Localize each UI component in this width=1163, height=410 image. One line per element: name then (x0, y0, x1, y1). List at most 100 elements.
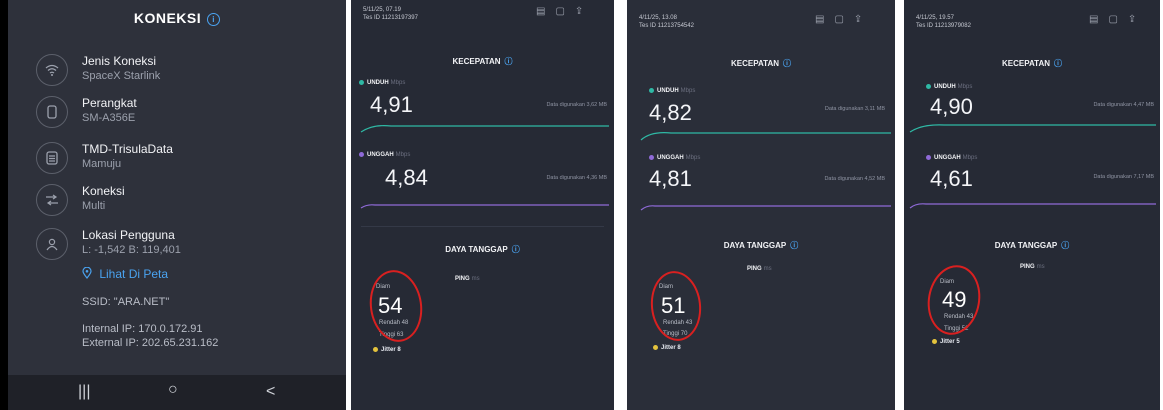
upload-icon (649, 155, 654, 160)
speed-section-title: KECEPATAN ⓘ (627, 58, 895, 69)
jitter-icon (932, 339, 937, 344)
jitter-text: Jitter 8 (661, 345, 681, 352)
share-icon[interactable]: ⇪ (575, 6, 593, 17)
notes-icon[interactable]: ▤ (815, 14, 834, 25)
ping-caption: PING ms (747, 266, 772, 272)
notes-icon[interactable]: ▤ (1089, 14, 1108, 25)
notes-icon[interactable]: ▤ (536, 6, 555, 17)
download-graph (640, 132, 891, 141)
connections-label: Koneksi (82, 184, 125, 198)
info-icon[interactable]: ⓘ (1061, 241, 1069, 250)
view-on-map-link[interactable]: Lihat Di Peta (82, 266, 168, 281)
device-value: SM-A356E (82, 112, 136, 124)
connection-title-text: KONEKSI (133, 10, 202, 26)
map-pin-icon (82, 266, 99, 281)
upload-unit: Mbps (962, 155, 978, 162)
upload-caption: UNGGAH Mbps (926, 155, 977, 161)
info-icon[interactable]: i (207, 12, 221, 26)
share-icon[interactable]: ⇪ (1128, 14, 1146, 25)
info-icon[interactable]: ⓘ (790, 241, 798, 250)
download-data-used: Data digunakan 3,62 MB (546, 102, 607, 108)
connection-title: KONEKSI i (8, 10, 346, 26)
server-value: Mamuju (82, 158, 122, 170)
user-location-value: L: -1,542 B: 119,401 (82, 244, 181, 256)
result-timestamp: 4/11/25, 13.08 (639, 15, 677, 21)
info-icon[interactable]: ⓘ (783, 59, 791, 68)
response-title: DAYA TANGGAP (445, 245, 508, 254)
delete-icon[interactable]: ▢ (834, 14, 853, 25)
upload-value: 4,84 (385, 165, 428, 190)
jitter-value: Jitter 8 (373, 347, 401, 353)
upload-unit: Mbps (685, 155, 701, 162)
result-header: 4/11/25, 19.57 Tes ID 11213979082 (916, 14, 971, 30)
server-icon (36, 142, 68, 174)
response-section-title: DAYA TANGGAP ⓘ (904, 240, 1160, 251)
info-icon[interactable]: ⓘ (512, 245, 520, 254)
upload-data-used: Data digunakan 7,17 MB (1093, 174, 1154, 180)
wifi-icon (36, 54, 68, 86)
result-test-id: Tes ID 11213979082 (916, 23, 971, 29)
speed-title: KECEPATAN (1002, 59, 1050, 68)
divider (361, 226, 604, 227)
jitter-value: Jitter 5 (932, 339, 960, 345)
download-caption: UNDUH Mbps (359, 80, 405, 86)
download-icon (649, 88, 654, 93)
connection-screen: KONEKSI i Jenis Koneksi SpaceX Starlink P… (8, 0, 346, 410)
user-location-label: Lokasi Pengguna (82, 228, 175, 242)
info-icon[interactable]: ⓘ (1054, 59, 1062, 68)
download-value: 4,90 (930, 94, 973, 119)
ping-unit: ms (763, 266, 772, 272)
recent-apps-button[interactable]: ||| (78, 383, 90, 401)
download-value: 4,91 (370, 92, 413, 117)
upload-icon (359, 152, 364, 157)
upload-graph (640, 205, 891, 211)
upload-caption: UNGGAH Mbps (649, 155, 700, 161)
connection-type-label: Jenis Koneksi (82, 54, 157, 68)
red-annotation-circle (922, 261, 986, 339)
result-header: 5/11/25, 07.19 Tes ID 11213197397 (363, 6, 418, 22)
device-label: Perangkat (82, 96, 137, 110)
jitter-icon (373, 347, 378, 352)
connections-value: Multi (82, 200, 106, 212)
share-icon[interactable]: ⇪ (854, 14, 872, 25)
home-button[interactable]: ○ (168, 381, 178, 399)
download-unit: Mbps (957, 84, 973, 91)
result-header: 4/11/25, 13.08 Tes ID 11213754542 (639, 14, 694, 30)
download-caption: UNDUH Mbps (926, 84, 972, 90)
download-value: 4,82 (649, 100, 692, 125)
upload-graph (909, 203, 1156, 209)
ping-caption: PING ms (455, 276, 480, 282)
result-timestamp: 5/11/25, 07.19 (363, 7, 401, 13)
response-title: DAYA TANGGAP (994, 241, 1058, 250)
back-button[interactable]: < (266, 383, 275, 401)
speedtest-result-1: 5/11/25, 07.19 Tes ID 11213197397 ▤▢⇪ KE… (351, 0, 614, 410)
speed-section-title: KECEPATAN ⓘ (351, 56, 614, 67)
delete-icon[interactable]: ▢ (555, 6, 574, 17)
speedtest-result-2: 4/11/25, 13.08 Tes ID 11213754542 ▤▢⇪ KE… (627, 0, 895, 410)
upload-label: UNGGAH (657, 155, 684, 162)
internal-ip-text: Internal IP: 170.0.172.91 (82, 323, 203, 335)
server-label: TMD-TrisulaData (82, 142, 173, 156)
download-unit: Mbps (680, 88, 696, 95)
upload-data-used: Data digunakan 4,36 MB (546, 175, 607, 181)
download-graph (909, 124, 1156, 133)
ping-unit: ms (471, 276, 480, 282)
download-caption: UNDUH Mbps (649, 88, 695, 94)
result-test-id: Tes ID 11213197397 (363, 15, 418, 21)
result-toolbar: ▤▢⇪ (1089, 14, 1146, 25)
jitter-value: Jitter 8 (653, 345, 681, 351)
download-data-used: Data digunakan 3,11 MB (824, 106, 885, 112)
phone-icon (36, 96, 68, 128)
ping-label: PING (747, 266, 762, 272)
upload-label: UNGGAH (367, 152, 394, 159)
speed-title: KECEPATAN (452, 57, 501, 66)
multi-connection-icon (36, 184, 68, 216)
delete-icon[interactable]: ▢ (1108, 14, 1127, 25)
download-graph (360, 125, 609, 133)
info-icon[interactable]: ⓘ (505, 57, 513, 66)
red-annotation-circle (365, 266, 427, 346)
upload-graph (360, 204, 609, 209)
jitter-icon (653, 345, 658, 350)
download-label: UNDUH (367, 80, 389, 87)
upload-caption: UNGGAH Mbps (359, 152, 410, 158)
